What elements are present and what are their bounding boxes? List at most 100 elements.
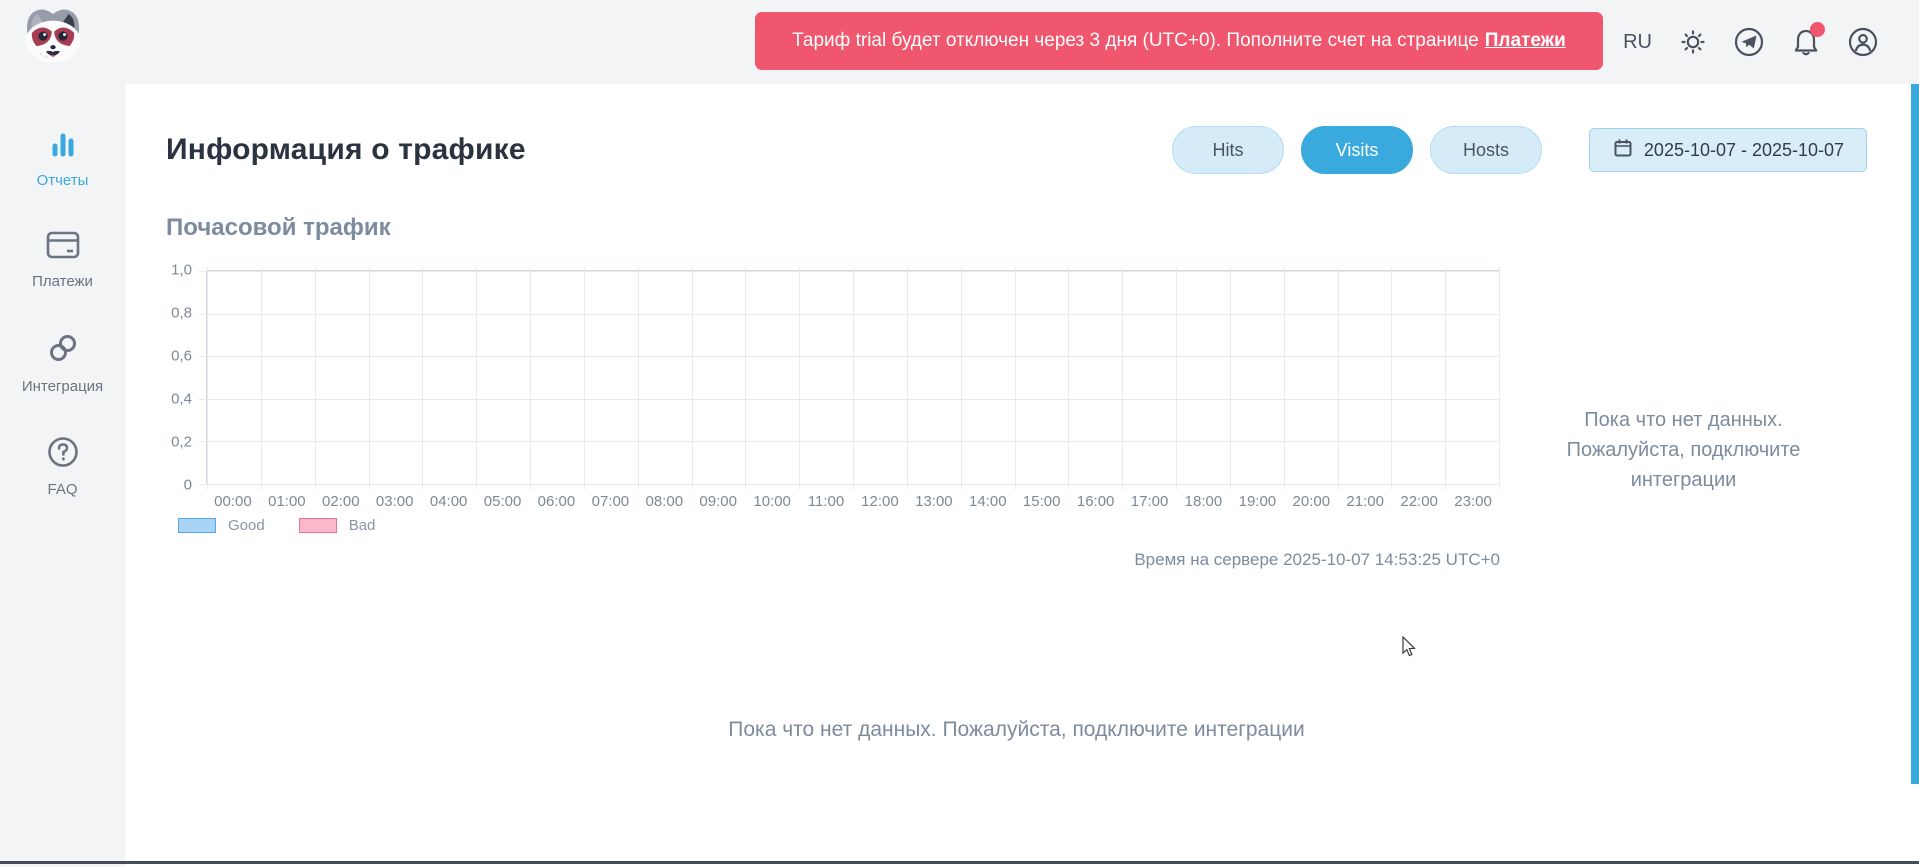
header-actions: RU [1623, 0, 1878, 84]
y-tick-label: 0,6 [171, 348, 192, 365]
hourly-traffic-chart: 1,00,80,60,40,20 00:0001:0002:0003:0004:… [166, 270, 1500, 570]
gridline [745, 267, 746, 489]
y-tick-label: 0 [184, 477, 192, 494]
scrollbar-thumb[interactable] [1911, 84, 1919, 784]
sidebar-item-payments[interactable]: Платежи [0, 229, 125, 290]
x-tick-label: 21:00 [1346, 493, 1384, 510]
x-tick-label: 07:00 [592, 493, 630, 510]
notification-dot [1810, 22, 1825, 37]
gridline [799, 267, 800, 489]
question-circle-icon [46, 435, 80, 474]
gridline [476, 267, 477, 489]
profile-icon[interactable] [1848, 27, 1878, 57]
x-tick-label: 03:00 [376, 493, 414, 510]
gridline [1284, 267, 1285, 489]
x-tick-label: 00:00 [214, 493, 252, 510]
gridline [199, 356, 1499, 357]
sidebar-item-integration[interactable]: Интеграция [0, 330, 125, 395]
gridline [1015, 267, 1016, 489]
chart-plot [206, 270, 1500, 485]
sidebar-item-label: Интеграция [22, 378, 103, 395]
window-bottom-border [0, 861, 1919, 864]
gridline [1122, 267, 1123, 489]
gridline [584, 267, 585, 489]
no-data-message-side: Пока что нет данных. Пожалуйста, подключ… [1555, 405, 1813, 495]
gridline [907, 267, 908, 489]
gridline [199, 399, 1499, 400]
credit-card-icon [44, 229, 82, 266]
sidebar-item-label: Отчеты [37, 172, 89, 189]
sidebar-item-reports[interactable]: Отчеты [0, 128, 125, 189]
gridline [961, 267, 962, 489]
gridline [422, 267, 423, 489]
tab-hosts[interactable]: Hosts [1430, 126, 1542, 174]
tab-hits[interactable]: Hits [1172, 126, 1284, 174]
language-switcher[interactable]: RU [1623, 31, 1652, 54]
gridline [1499, 267, 1500, 489]
x-tick-label: 05:00 [484, 493, 522, 510]
sidebar-item-faq[interactable]: FAQ [0, 435, 125, 498]
x-tick-label: 10:00 [753, 493, 791, 510]
banner-payments-link[interactable]: Платежи [1485, 30, 1566, 52]
chart-legend: Good Bad [178, 517, 1500, 534]
gridline [1338, 267, 1339, 489]
server-time: Время на сервере 2025-10-07 14:53:25 UTC… [166, 550, 1500, 570]
x-tick-label: 06:00 [538, 493, 576, 510]
gridline [369, 267, 370, 489]
sun-theme-icon[interactable] [1678, 27, 1708, 57]
gridline [638, 267, 639, 489]
x-tick-label: 01:00 [268, 493, 306, 510]
y-axis-labels: 1,00,80,60,40,20 [166, 270, 206, 485]
top-header: Тариф trial будет отключен через 3 дня (… [0, 0, 1919, 84]
x-tick-label: 15:00 [1023, 493, 1061, 510]
legend-bad-label: Bad [349, 517, 376, 534]
x-tick-label: 17:00 [1131, 493, 1169, 510]
report-controls: Hits Visits Hosts 2025-10-07 - 2025-10-0… [1172, 126, 1867, 174]
x-axis-labels: 00:0001:0002:0003:0004:0005:0006:0007:00… [206, 485, 1500, 511]
x-tick-label: 08:00 [646, 493, 684, 510]
x-tick-label: 09:00 [699, 493, 737, 510]
x-tick-label: 16:00 [1077, 493, 1115, 510]
trial-warning-banner: Тариф trial будет отключен через 3 дня (… [755, 12, 1603, 70]
y-tick-label: 0,8 [171, 305, 192, 322]
x-tick-label: 22:00 [1400, 493, 1438, 510]
gridline [1176, 267, 1177, 489]
section-title: Почасовой трафик [166, 214, 1867, 242]
gridline [315, 267, 316, 489]
banner-text: Тариф trial будет отключен через 3 дня (… [792, 30, 1479, 52]
x-tick-label: 13:00 [915, 493, 953, 510]
x-tick-label: 18:00 [1185, 493, 1223, 510]
gridline [1230, 267, 1231, 489]
main-content: Информация о трафике Hits Visits Hosts 2… [125, 84, 1911, 867]
x-tick-label: 11:00 [808, 493, 844, 510]
legend-good-label: Good [228, 517, 265, 534]
tab-visits[interactable]: Visits [1301, 126, 1413, 174]
gridline [207, 267, 208, 489]
gridline [199, 314, 1499, 315]
gridline [199, 271, 1499, 272]
legend-good-swatch [178, 518, 216, 533]
sidebar: Отчеты Платежи Интеграция [0, 84, 125, 867]
gridline [692, 267, 693, 489]
telegram-icon[interactable] [1734, 27, 1764, 57]
no-data-message-bottom: Пока что нет данных. Пожалуйста, подключ… [166, 718, 1867, 742]
gridline [1445, 267, 1446, 489]
x-tick-label: 12:00 [861, 493, 899, 510]
y-tick-label: 0,4 [171, 391, 192, 408]
gridline [261, 267, 262, 489]
notifications-bell-icon[interactable] [1790, 26, 1822, 58]
x-tick-label: 20:00 [1293, 493, 1331, 510]
gridline [853, 267, 854, 489]
link-icon [45, 330, 81, 371]
calendar-icon [1612, 137, 1634, 164]
x-tick-label: 19:00 [1239, 493, 1277, 510]
sidebar-item-label: Платежи [32, 273, 93, 290]
x-tick-label: 23:00 [1454, 493, 1492, 510]
gridline [199, 441, 1499, 442]
x-tick-label: 04:00 [430, 493, 468, 510]
raccoon-logo[interactable] [22, 6, 84, 64]
page-title: Информация о трафике [166, 133, 526, 167]
x-tick-label: 14:00 [969, 493, 1007, 510]
date-range-picker[interactable]: 2025-10-07 - 2025-10-07 [1589, 128, 1867, 172]
y-tick-label: 1,0 [171, 262, 192, 279]
